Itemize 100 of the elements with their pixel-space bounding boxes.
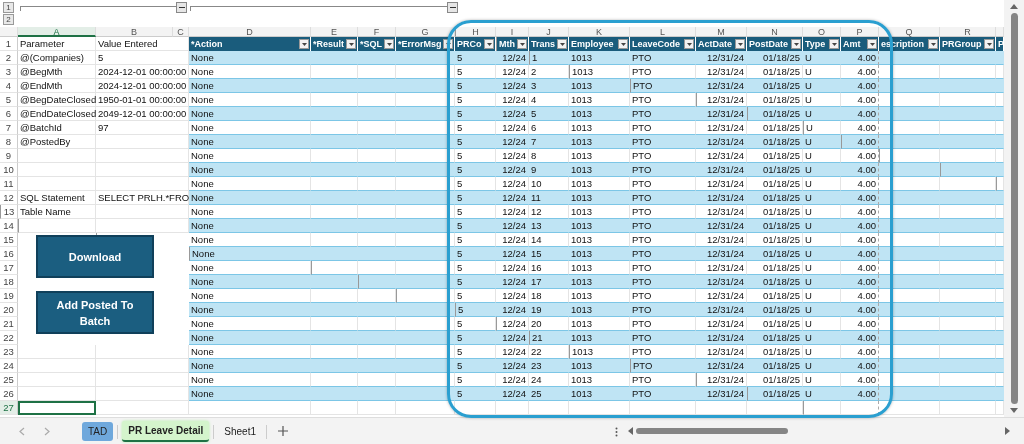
table-cell: 1013 (569, 387, 630, 401)
row-number[interactable]: 5 (0, 93, 18, 107)
table-cell: 12/24 (496, 219, 529, 233)
row-number[interactable]: 6 (0, 107, 18, 121)
row-number[interactable]: 2 (0, 51, 18, 65)
collapse-button[interactable] (176, 2, 187, 13)
scroll-left-icon[interactable] (628, 427, 633, 435)
row-number[interactable]: 27 (0, 401, 18, 415)
table-cell: 12/31/24 (696, 359, 747, 373)
more-icon[interactable] (615, 427, 618, 437)
column-letter[interactable]: C (173, 27, 189, 37)
column-letter[interactable]: H (455, 27, 496, 37)
scroll-right-icon[interactable] (1005, 427, 1010, 435)
scroll-up-icon[interactable] (1010, 4, 1018, 9)
row-number[interactable]: 12 (0, 191, 18, 205)
filter-dropdown-button[interactable] (618, 39, 628, 49)
filter-dropdown-button[interactable] (517, 39, 527, 49)
table-cell: 12/31/24 (696, 331, 747, 345)
filter-dropdown-button[interactable] (829, 39, 839, 49)
column-letter[interactable]: A (18, 27, 96, 37)
filter-dropdown-button[interactable] (791, 39, 801, 49)
row-number[interactable]: 11 (0, 177, 18, 191)
row-number[interactable]: 25 (0, 373, 18, 387)
sheet-tab[interactable]: Sheet1 (218, 422, 262, 441)
row-number[interactable]: 10 (0, 163, 18, 177)
column-letter[interactable]: O (803, 27, 841, 37)
column-letter[interactable]: M (696, 27, 747, 37)
row-number[interactable]: 22 (0, 331, 18, 345)
row-number[interactable]: 17 (0, 261, 18, 275)
horizontal-scrollbar[interactable] (628, 425, 1010, 437)
column-letter[interactable]: B (96, 27, 173, 37)
table-cell: 12/24 (496, 247, 529, 261)
column-letter[interactable]: L (630, 27, 696, 37)
row-number[interactable]: 1 (0, 37, 18, 51)
column-letter[interactable]: K (569, 27, 630, 37)
column-letter[interactable]: D (189, 27, 311, 37)
select-all-corner[interactable] (0, 27, 18, 37)
row-number[interactable]: 15 (0, 233, 18, 247)
column-header: escription (881, 39, 924, 49)
outline-level-button[interactable]: 1 (3, 2, 14, 13)
filter-dropdown-button[interactable] (684, 39, 694, 49)
table-cell: 12/31/24 (696, 387, 747, 401)
column-letter[interactable]: N (747, 27, 803, 37)
table-cell: 1013 (569, 107, 630, 121)
column-header: PostDate (749, 39, 788, 49)
filter-dropdown-button[interactable] (735, 39, 745, 49)
row-number[interactable]: 13 (0, 205, 18, 219)
active-cell[interactable] (18, 401, 96, 415)
table-cell: PTO (630, 275, 696, 289)
column-letter[interactable]: F (358, 27, 396, 37)
filter-dropdown-button[interactable] (299, 39, 309, 49)
column-letter[interactable]: I (496, 27, 529, 37)
row-number[interactable]: 3 (0, 65, 18, 79)
row-number[interactable]: 16 (0, 247, 18, 261)
filter-dropdown-button[interactable] (484, 39, 494, 49)
table-cell: U (803, 387, 841, 401)
scroll-thumb[interactable] (1010, 13, 1018, 404)
filter-dropdown-button[interactable] (557, 39, 567, 49)
table-cell: 12/31/24 (696, 51, 747, 65)
column-letter[interactable]: R (940, 27, 996, 37)
filter-dropdown-button[interactable] (384, 39, 394, 49)
table-cell: U (803, 247, 841, 261)
table-cell: 12/24 (496, 275, 529, 289)
column-letter[interactable]: E (311, 27, 358, 37)
table-cell: 4.00 (841, 107, 879, 121)
row-number[interactable]: 14 (0, 219, 18, 233)
row-number[interactable]: 9 (0, 149, 18, 163)
row-number[interactable]: 21 (0, 317, 18, 331)
chevron-right-icon[interactable] (44, 427, 50, 436)
vertical-scrollbar[interactable] (1004, 0, 1024, 417)
sheet-tab[interactable]: PR Leave Detail (122, 421, 210, 442)
filter-dropdown-button[interactable] (346, 39, 356, 49)
table-cell: None (189, 135, 311, 149)
column-letter[interactable]: P (841, 27, 879, 37)
row-number[interactable]: 20 (0, 303, 18, 317)
add-sheet-button[interactable] (277, 425, 289, 437)
row-number[interactable]: 7 (0, 121, 18, 135)
column-letter[interactable]: J (529, 27, 569, 37)
table-cell: None (189, 107, 311, 121)
row-number[interactable]: 18 (0, 275, 18, 289)
row-number[interactable]: 23 (0, 345, 18, 359)
row-number[interactable]: 8 (0, 135, 18, 149)
sheet-tab[interactable]: TAD (82, 422, 114, 441)
row-number[interactable]: 24 (0, 359, 18, 373)
scroll-thumb[interactable] (636, 428, 788, 434)
macro-button[interactable]: Download (36, 235, 154, 278)
filter-dropdown-button[interactable] (928, 39, 938, 49)
row-number[interactable]: 4 (0, 79, 18, 93)
filter-dropdown-button[interactable] (867, 39, 877, 49)
chevron-left-icon[interactable] (19, 427, 25, 436)
row-number[interactable]: 19 (0, 289, 18, 303)
row-number[interactable]: 26 (0, 387, 18, 401)
macro-button[interactable]: Add Posted To Batch (36, 291, 154, 334)
scroll-down-icon[interactable] (1010, 408, 1018, 413)
table-cell: None (189, 331, 311, 345)
caret-icon (986, 42, 992, 46)
outline-level-button[interactable]: 2 (3, 14, 14, 25)
collapse-button[interactable] (447, 2, 458, 13)
table-cell: 01/18/25 (747, 275, 803, 289)
filter-dropdown-button[interactable] (984, 39, 994, 49)
